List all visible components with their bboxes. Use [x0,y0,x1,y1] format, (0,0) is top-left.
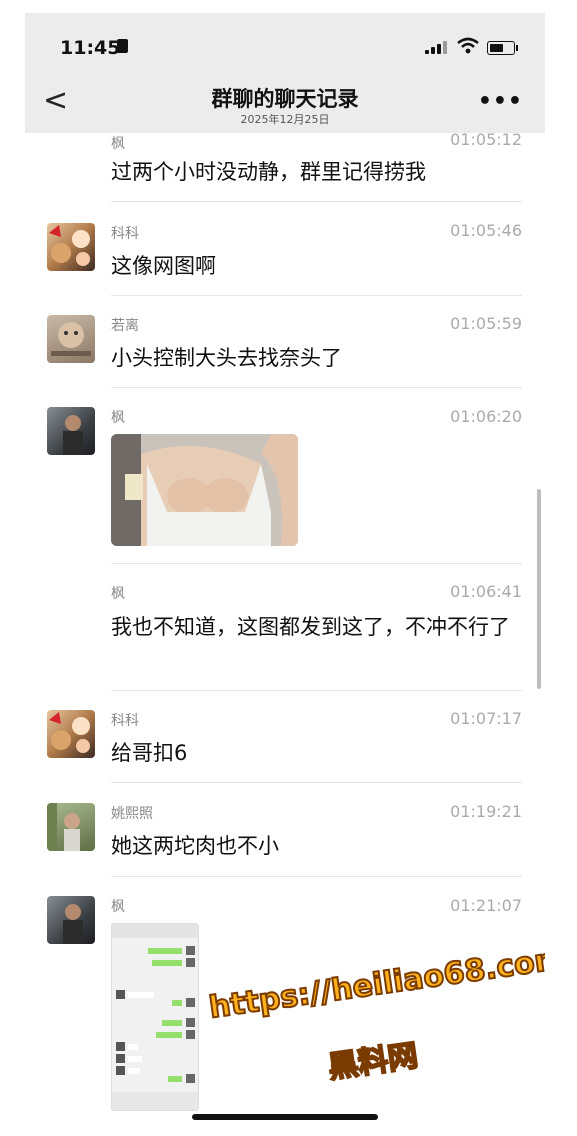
message-time: 01:05:59 [450,314,522,333]
message-sender: 枫 [111,410,125,426]
message-time: 01:21:07 [450,896,522,915]
message-text: 她这两坨肉也不小 [111,834,279,858]
page-title: 群聊的聊天记录 [211,87,359,111]
message-text: 这像网图啊 [111,254,216,278]
message-sender: 枫 [111,136,125,152]
message-time: 01:05:46 [450,221,522,240]
message-text: 过两个小时没动静，群里记得捞我 [111,160,426,184]
home-indicator[interactable] [192,1114,378,1120]
battery-icon [487,41,515,55]
page-date: 2025年12月25日 [240,113,330,126]
avatar[interactable] [47,315,95,363]
divider [111,782,522,783]
more-options-button[interactable]: ••• [478,89,523,114]
nav-bar: < 群聊的聊天记录 2025年12月25日 ••• [25,69,545,133]
message-sender: 姚熙照 [111,806,153,822]
message-sender: 科科 [111,713,139,729]
message-sender: 科科 [111,226,139,242]
chat-history-screen: 11:45 < 群聊的聊天记录 2025年12月25日 ••• 枫 01:05:… [25,13,545,1136]
divider [111,876,522,877]
wifi-icon [457,37,479,54]
message-time: 01:19:21 [450,802,522,821]
sim-card-icon [117,39,128,53]
status-bar: 11:45 [25,13,545,69]
message-text: 给哥扣6 [111,741,188,765]
avatar[interactable] [47,803,95,851]
divider [111,387,522,388]
message-image[interactable] [111,923,199,1111]
divider [111,201,522,202]
watermark-url: https://heiliao68.com [206,940,545,1027]
message-time: 01:05:12 [450,130,522,149]
message-image[interactable] [111,434,298,546]
avatar[interactable] [47,896,95,944]
status-time: 11:45 [60,37,121,59]
message-time: 01:06:41 [450,582,522,601]
battery-tip [516,45,518,51]
message-time: 01:07:17 [450,709,522,728]
message-sender: 若离 [111,318,139,334]
divider [111,690,522,691]
message-time: 01:06:20 [450,407,522,426]
message-text: 小头控制大头去找奈头了 [111,346,342,370]
message-text: 我也不知道，这图都发到这了，不冲不行了 [111,615,510,639]
watermark-name: 黑料网 [325,1037,421,1086]
divider [111,563,522,564]
signal-icon [425,40,447,54]
avatar[interactable] [47,710,95,758]
avatar[interactable] [47,407,95,455]
message-sender: 枫 [111,586,125,602]
message-sender: 枫 [111,899,125,915]
avatar[interactable] [47,223,95,271]
scrollbar[interactable] [537,489,541,689]
divider [111,295,522,296]
